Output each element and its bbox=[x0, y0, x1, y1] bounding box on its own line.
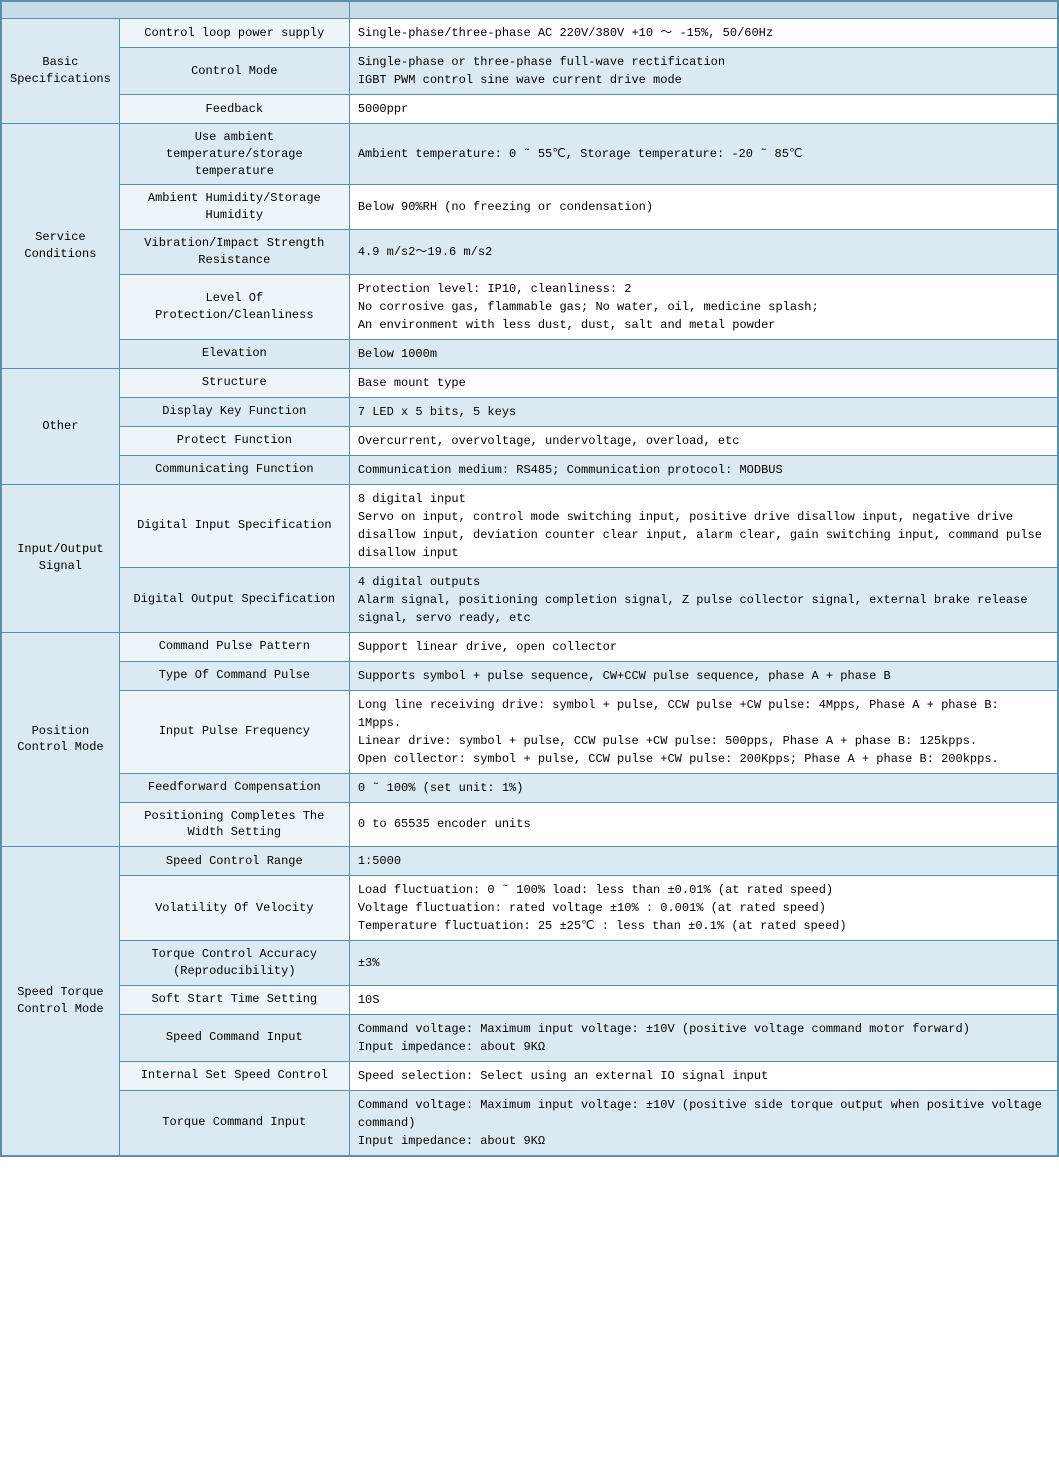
subcategory-cell: Digital Input Specification bbox=[119, 484, 349, 567]
subcategory-cell: Communicating Function bbox=[119, 455, 349, 484]
spec-table: Basic SpecificationsControl loop power s… bbox=[1, 1, 1058, 1156]
subcategory-cell: Volatility Of Velocity bbox=[119, 876, 349, 941]
subcategory-cell: Ambient Humidity/Storage Humidity bbox=[119, 185, 349, 230]
value-cell: Long line receiving drive: symbol + puls… bbox=[349, 690, 1057, 773]
table-row: OtherStructureBase mount type bbox=[2, 368, 1058, 397]
value-cell: 0 ˜ 100% (set unit: 1%) bbox=[349, 773, 1057, 802]
subcategory-cell: Torque Command Input bbox=[119, 1090, 349, 1155]
subcategory-cell: Torque Control Accuracy (Reproducibility… bbox=[119, 941, 349, 986]
subcategory-cell: Structure bbox=[119, 368, 349, 397]
table-row: Basic SpecificationsControl loop power s… bbox=[2, 19, 1058, 48]
table-row: Soft Start Time Setting10S bbox=[2, 985, 1058, 1014]
value-cell: Single-phase/three-phase AC 220V/380V +1… bbox=[349, 19, 1057, 48]
subcategory-cell: Vibration/Impact Strength Resistance bbox=[119, 229, 349, 274]
subcategory-cell: Positioning Completes The Width Setting bbox=[119, 802, 349, 847]
table-row: Internal Set Speed ControlSpeed selectio… bbox=[2, 1061, 1058, 1090]
table-row: Speed Torque Control ModeSpeed Control R… bbox=[2, 847, 1058, 876]
value-cell: Command voltage: Maximum input voltage: … bbox=[349, 1090, 1057, 1155]
subcategory-cell: Command Pulse Pattern bbox=[119, 632, 349, 661]
subcategory-cell: Elevation bbox=[119, 339, 349, 368]
table-row: Position Control ModeCommand Pulse Patte… bbox=[2, 632, 1058, 661]
value-cell: Communication medium: RS485; Communicati… bbox=[349, 455, 1057, 484]
value-cell: ±3% bbox=[349, 941, 1057, 986]
subcategory-cell: Feedback bbox=[119, 95, 349, 124]
table-row: Ambient Humidity/Storage HumidityBelow 9… bbox=[2, 185, 1058, 230]
table-row: Level Of Protection/CleanlinessProtectio… bbox=[2, 274, 1058, 339]
table-row: Communicating FunctionCommunication medi… bbox=[2, 455, 1058, 484]
table-row: Display Key Function7 LED x 5 bits, 5 ke… bbox=[2, 397, 1058, 426]
subcategory-cell: Speed Control Range bbox=[119, 847, 349, 876]
value-cell: Support linear drive, open collector bbox=[349, 632, 1057, 661]
category-cell: Position Control Mode bbox=[2, 632, 120, 847]
value-cell: Below 90%RH (no freezing or condensation… bbox=[349, 185, 1057, 230]
table-row: Torque Command InputCommand voltage: Max… bbox=[2, 1090, 1058, 1155]
category-cell: Speed Torque Control Mode bbox=[2, 847, 120, 1156]
subcategory-cell: Level Of Protection/Cleanliness bbox=[119, 274, 349, 339]
subcategory-cell: Type Of Command Pulse bbox=[119, 661, 349, 690]
table-row: Positioning Completes The Width Setting0… bbox=[2, 802, 1058, 847]
subcategory-cell: Internal Set Speed Control bbox=[119, 1061, 349, 1090]
value-cell: Overcurrent, overvoltage, undervoltage, … bbox=[349, 426, 1057, 455]
table-row: Digital Output Specification4 digital ou… bbox=[2, 567, 1058, 632]
header-series bbox=[349, 2, 1057, 19]
table-row: Service ConditionsUse ambient temperatur… bbox=[2, 124, 1058, 185]
subcategory-cell: Display Key Function bbox=[119, 397, 349, 426]
table-row: Feedforward Compensation0 ˜ 100% (set un… bbox=[2, 773, 1058, 802]
value-cell: Command voltage: Maximum input voltage: … bbox=[349, 1014, 1057, 1061]
value-cell: Speed selection: Select using an externa… bbox=[349, 1061, 1057, 1090]
subcategory-cell: Use ambient temperature/storage temperat… bbox=[119, 124, 349, 185]
table-row: Control ModeSingle-phase or three-phase … bbox=[2, 48, 1058, 95]
subcategory-cell: Protect Function bbox=[119, 426, 349, 455]
value-cell: Supports symbol + pulse sequence, CW+CCW… bbox=[349, 661, 1057, 690]
subcategory-cell: Control Mode bbox=[119, 48, 349, 95]
subcategory-cell: Input Pulse Frequency bbox=[119, 690, 349, 773]
value-cell: 1:5000 bbox=[349, 847, 1057, 876]
subcategory-cell: Feedforward Compensation bbox=[119, 773, 349, 802]
subcategory-cell: Control loop power supply bbox=[119, 19, 349, 48]
table-row: Input Pulse FrequencyLong line receiving… bbox=[2, 690, 1058, 773]
value-cell: 0 to 65535 encoder units bbox=[349, 802, 1057, 847]
value-cell: 5000ppr bbox=[349, 95, 1057, 124]
value-cell: Protection level: IP10, cleanliness: 2No… bbox=[349, 274, 1057, 339]
value-cell: Base mount type bbox=[349, 368, 1057, 397]
table-row: Type Of Command PulseSupports symbol + p… bbox=[2, 661, 1058, 690]
value-cell: Ambient temperature: 0 ˜ 55℃, Storage te… bbox=[349, 124, 1057, 185]
value-cell: 7 LED x 5 bits, 5 keys bbox=[349, 397, 1057, 426]
table-row: Speed Command InputCommand voltage: Maxi… bbox=[2, 1014, 1058, 1061]
category-cell: Service Conditions bbox=[2, 124, 120, 369]
subcategory-cell: Digital Output Specification bbox=[119, 567, 349, 632]
value-cell: 10S bbox=[349, 985, 1057, 1014]
value-cell: Load fluctuation: 0 ˜ 100% load: less th… bbox=[349, 876, 1057, 941]
value-cell: Single-phase or three-phase full-wave re… bbox=[349, 48, 1057, 95]
subcategory-cell: Soft Start Time Setting bbox=[119, 985, 349, 1014]
value-cell: 4.9 m/s2～19.6 m/s2 bbox=[349, 229, 1057, 274]
value-cell: 4 digital outputsAlarm signal, positioni… bbox=[349, 567, 1057, 632]
table-header bbox=[2, 2, 1058, 19]
value-cell: Below 1000m bbox=[349, 339, 1057, 368]
category-cell: Input/Output Signal bbox=[2, 484, 120, 632]
value-cell: 8 digital inputServo on input, control m… bbox=[349, 484, 1057, 567]
main-table-container: Basic SpecificationsControl loop power s… bbox=[0, 0, 1059, 1157]
category-cell: Other bbox=[2, 368, 120, 484]
table-row: Torque Control Accuracy (Reproducibility… bbox=[2, 941, 1058, 986]
table-row: Input/Output SignalDigital Input Specifi… bbox=[2, 484, 1058, 567]
header-item bbox=[2, 2, 350, 19]
category-cell: Basic Specifications bbox=[2, 19, 120, 124]
table-row: Feedback5000ppr bbox=[2, 95, 1058, 124]
table-row: ElevationBelow 1000m bbox=[2, 339, 1058, 368]
table-row: Vibration/Impact Strength Resistance4.9 … bbox=[2, 229, 1058, 274]
subcategory-cell: Speed Command Input bbox=[119, 1014, 349, 1061]
table-row: Protect FunctionOvercurrent, overvoltage… bbox=[2, 426, 1058, 455]
table-row: Volatility Of VelocityLoad fluctuation: … bbox=[2, 876, 1058, 941]
